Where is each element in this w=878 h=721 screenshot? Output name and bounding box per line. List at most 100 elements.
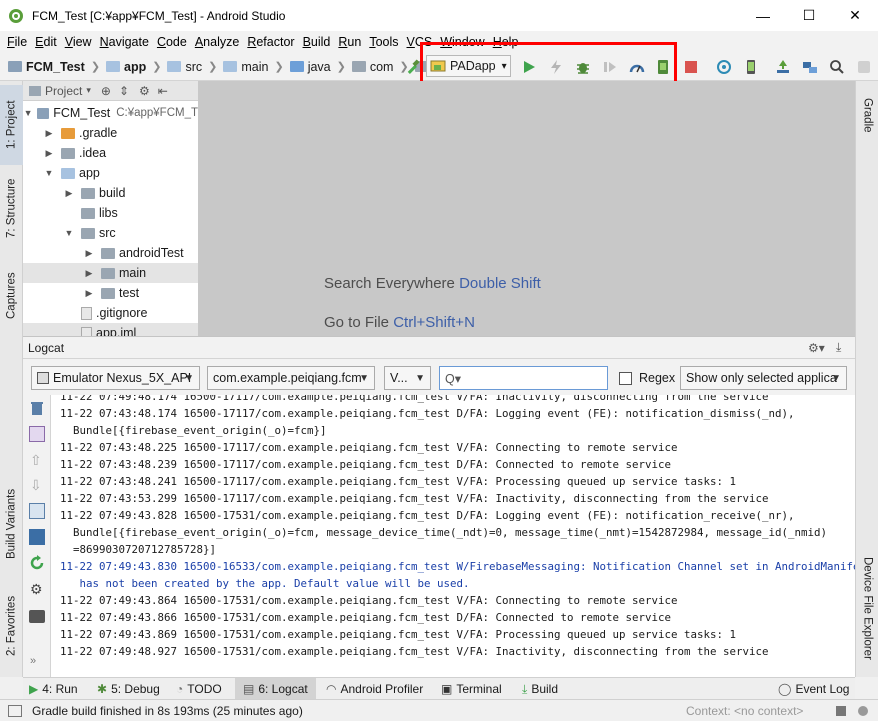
hint-label: Go to File: [324, 314, 390, 331]
screen-capture-camera-icon[interactable]: [29, 610, 45, 623]
project-view-selector[interactable]: Project: [45, 84, 82, 98]
clear-logcat-trash-icon[interactable]: [29, 400, 45, 416]
project-structure-icon[interactable]: [797, 54, 823, 80]
tab-favorites-tool[interactable]: 2: Favorites: [0, 586, 23, 666]
emulator-icon: [37, 372, 49, 384]
breadcrumb-fcm-test[interactable]: FCM_Test ❯: [8, 60, 100, 74]
hide-panel-icon[interactable]: ⇤: [158, 84, 168, 98]
tree-item-gradle[interactable]: ▶ .gradle: [23, 123, 198, 143]
tab-gradle-tool[interactable]: Gradle: [856, 85, 878, 145]
tab-structure-tool[interactable]: 7: Structure: [0, 169, 23, 247]
folder-icon: [101, 247, 115, 259]
chevron-expanded-icon: ▼: [23, 108, 33, 118]
sdk-manager-icon[interactable]: [770, 54, 796, 80]
source-folder-icon: [289, 61, 304, 72]
more-chevrons-icon[interactable]: »: [30, 655, 36, 667]
menu-edit[interactable]: Edit: [31, 35, 61, 49]
tab-event-log[interactable]: ◯ Event Log: [778, 678, 849, 700]
tab-logcat[interactable]: ▤ 6: Logcat: [235, 678, 316, 700]
filter-select[interactable]: Show only selected applica ▼: [680, 366, 847, 390]
settings-gear-icon[interactable]: ⚙: [30, 581, 43, 598]
tree-item-app-iml[interactable]: app.iml: [23, 323, 198, 336]
menu-analyze[interactable]: Analyze: [191, 35, 243, 49]
file-icon: [81, 326, 92, 336]
inspector-icon[interactable]: [858, 705, 868, 716]
menu-tools[interactable]: Tools: [365, 35, 402, 49]
log-level-select[interactable]: V... ▼: [384, 366, 431, 390]
tree-item-fcm-test[interactable]: ▼ FCM_Test C:¥app¥FCM_T: [23, 103, 198, 123]
tab-captures-tool[interactable]: Captures: [0, 261, 23, 331]
tab-label: Event Log: [795, 682, 850, 696]
chevron-expanded-icon: ▼: [44, 168, 54, 178]
menu-file[interactable]: File: [3, 35, 31, 49]
arrow-up-icon[interactable]: ⇧: [30, 452, 42, 469]
lock-icon[interactable]: [836, 705, 846, 716]
tree-item-app[interactable]: ▼ app: [23, 163, 198, 183]
tree-item-label: src: [99, 226, 116, 240]
folder-icon: [81, 227, 95, 239]
tree-item-build[interactable]: ▶ build: [23, 183, 198, 203]
menu-run[interactable]: Run: [334, 35, 365, 49]
log-line: 11-22 07:43:48.241 16500-17117/com.examp…: [60, 475, 737, 488]
tab-terminal[interactable]: ▣ Terminal: [441, 678, 502, 700]
menu-navigate[interactable]: Navigate: [96, 35, 153, 49]
menu-view[interactable]: View: [61, 35, 96, 49]
arrow-down-icon[interactable]: ⇩: [30, 477, 42, 494]
tree-item-label: androidTest: [119, 246, 184, 260]
tree-item-test[interactable]: ▶ test: [23, 283, 198, 303]
toggle-tool-windows-icon[interactable]: [8, 704, 22, 717]
avd-manager-icon[interactable]: [738, 54, 764, 80]
breadcrumb-src[interactable]: src ❯: [167, 60, 217, 74]
breadcrumb-app[interactable]: app ❯: [106, 60, 161, 74]
menu-build[interactable]: Build: [299, 35, 335, 49]
process-select[interactable]: com.example.peiqiang.fcm ▼: [207, 366, 375, 390]
sync-gradle-icon[interactable]: [711, 54, 737, 80]
folder-icon: [101, 287, 115, 299]
hide-panel-icon[interactable]: ⤓: [836, 340, 841, 355]
tree-item-main[interactable]: ▶ main: [23, 263, 198, 283]
scroll-from-source-icon[interactable]: ⊕: [101, 84, 111, 98]
maximize-button[interactable]: ☐: [786, 0, 832, 31]
menu-code[interactable]: Code: [153, 35, 191, 49]
settings-gear-icon[interactable]: ⚙: [139, 84, 150, 98]
tab-android-profiler[interactable]: ◠ Android Profiler: [326, 678, 423, 700]
tab-label: 4: Run: [42, 682, 78, 696]
device-select[interactable]: Emulator Nexus_5X_API ▼: [31, 366, 200, 390]
breadcrumb-main[interactable]: main ❯: [223, 60, 284, 74]
settings-gear-icon[interactable]: ⚙▾: [808, 341, 825, 355]
logcat-output[interactable]: 11-22 07:49:48.174 16500-17117/com.examp…: [51, 395, 855, 678]
editor-area[interactable]: Search Everywhere Double Shift Go to Fil…: [198, 81, 855, 336]
tab-device-file-explorer[interactable]: Device File Explorer: [856, 546, 878, 671]
device-select-value: Emulator Nexus_5X_API: [53, 371, 192, 385]
print-icon[interactable]: [29, 529, 45, 545]
log-search-input[interactable]: Q▾: [439, 366, 608, 390]
tab-debug[interactable]: ✱ 5: Debug: [97, 678, 160, 700]
tree-item-androidtest[interactable]: ▶ androidTest: [23, 243, 198, 263]
tree-item-src[interactable]: ▼ src: [23, 223, 198, 243]
gradle-toolbar-icon[interactable]: [851, 54, 877, 80]
tab-build-variants-tool[interactable]: Build Variants: [0, 476, 23, 571]
tab-build[interactable]: ⤓ Build: [522, 678, 558, 700]
tab-label: Android Profiler: [340, 682, 424, 696]
tab-todo[interactable]: ◔ TODO: [176, 678, 222, 700]
close-button[interactable]: ✕: [832, 0, 878, 31]
folder-icon: [81, 207, 95, 219]
stop-icon[interactable]: [678, 54, 704, 80]
tab-label: Captures: [5, 272, 18, 320]
menu-refactor[interactable]: Refactor: [243, 35, 298, 49]
tab-project-tool[interactable]: 1: Project: [0, 85, 23, 165]
minimize-button[interactable]: —: [740, 0, 786, 31]
search-everywhere-icon[interactable]: [824, 54, 850, 80]
restart-icon[interactable]: [29, 555, 45, 571]
breadcrumb-label: java: [307, 59, 331, 74]
breadcrumb-java[interactable]: java ❯: [289, 59, 346, 74]
tree-item-path: C:¥app¥FCM_T: [116, 107, 198, 119]
regex-checkbox[interactable]: [619, 372, 632, 385]
tree-item-libs[interactable]: libs: [23, 203, 198, 223]
tree-item-gitignore[interactable]: .gitignore: [23, 303, 198, 323]
collapse-all-icon[interactable]: ⇕: [119, 84, 129, 98]
tree-item-idea[interactable]: ▶ .idea: [23, 143, 198, 163]
scroll-to-end-icon[interactable]: [29, 426, 45, 442]
tab-run[interactable]: ▶ 4: Run: [29, 678, 78, 700]
soft-wrap-icon[interactable]: [29, 503, 45, 519]
